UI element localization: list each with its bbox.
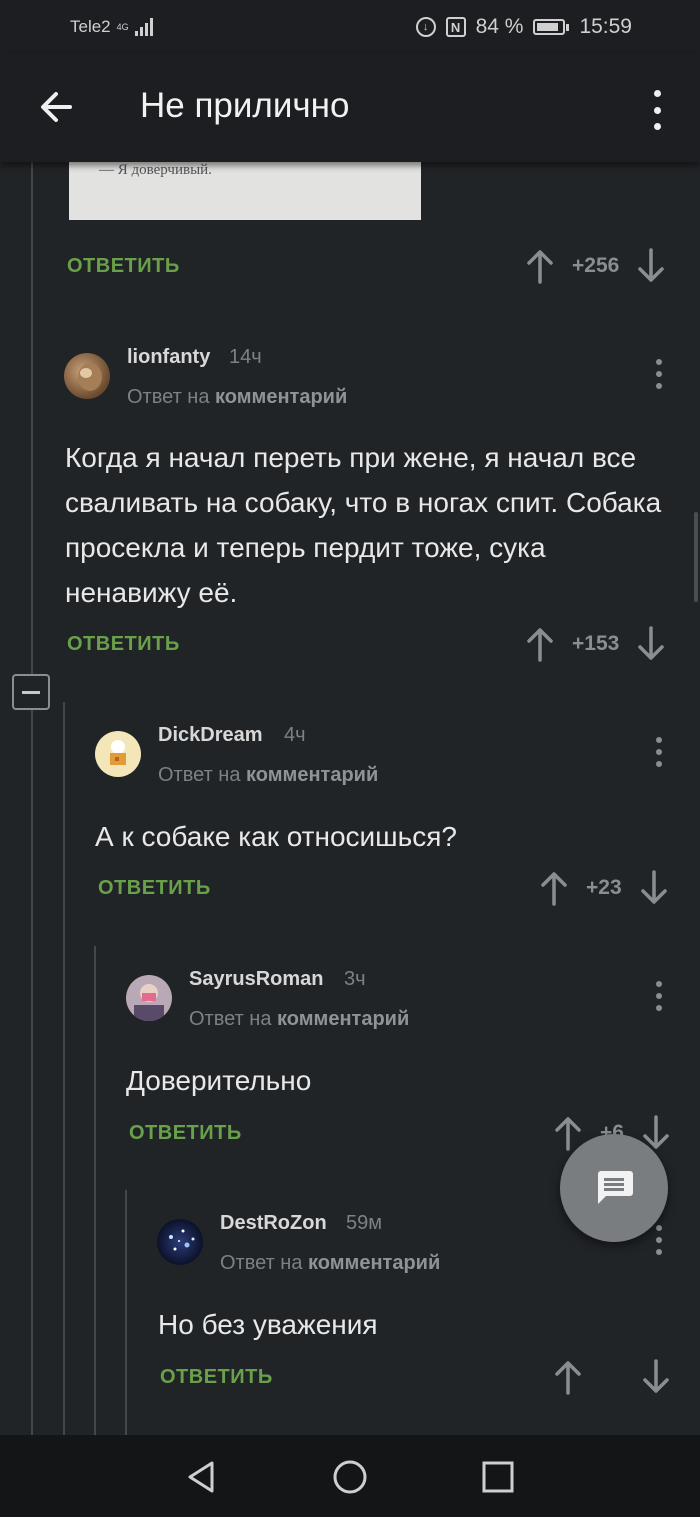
- clock: 15:59: [579, 15, 632, 38]
- thread-line-level-2: [63, 702, 65, 1435]
- thread-line-level-4: [125, 1190, 127, 1435]
- avatar[interactable]: [64, 353, 110, 399]
- upvote-icon[interactable]: [554, 1359, 582, 1395]
- comment-time: 4ч: [284, 724, 306, 746]
- comment-author[interactable]: SayrusRoman: [189, 968, 324, 991]
- battery-percent: 84 %: [475, 15, 524, 38]
- comment-menu-icon[interactable]: [654, 737, 664, 767]
- comment-time: 59м: [346, 1212, 382, 1234]
- nfc-icon: N: [445, 17, 466, 37]
- reply-to-prefix: Ответ на: [189, 1008, 272, 1030]
- data-saver-icon: ↓: [415, 17, 436, 37]
- reply-to-prefix: Ответ на: [127, 386, 210, 408]
- reply-to-label: Ответ на комментарий: [127, 386, 347, 409]
- reply-to-link[interactable]: комментарий: [277, 1008, 409, 1030]
- back-button[interactable]: [34, 84, 80, 130]
- upvote-icon[interactable]: [554, 1115, 582, 1151]
- reply-button[interactable]: ОТВЕТИТЬ: [67, 255, 180, 278]
- reply-button[interactable]: ОТВЕТИТЬ: [98, 877, 211, 900]
- downvote-icon[interactable]: [637, 626, 665, 662]
- avatar[interactable]: [126, 975, 172, 1021]
- comment-icon: [598, 1171, 633, 1204]
- vote-score: +256: [572, 254, 620, 277]
- arrow-left-icon: [41, 92, 72, 122]
- reply-to-prefix: Ответ на: [158, 764, 241, 786]
- signal-icon: [134, 18, 153, 36]
- nav-recents-icon[interactable]: [478, 1457, 518, 1497]
- downvote-icon[interactable]: [637, 248, 665, 284]
- status-bar: Tele2 4G ↓ N 84 % 15:59: [0, 0, 700, 54]
- reply-to-link[interactable]: комментарий: [308, 1252, 440, 1274]
- carrier-label: Tele2: [70, 17, 111, 36]
- comment-text: Но без уважения: [158, 1309, 378, 1340]
- more-vertical-icon[interactable]: [644, 90, 670, 130]
- downvote-icon[interactable]: [642, 1359, 670, 1395]
- reply-to-label: Ответ на комментарий: [220, 1252, 440, 1275]
- battery-icon: [533, 19, 570, 35]
- minus-icon: [22, 691, 40, 694]
- page-title: Не прилично: [140, 86, 350, 125]
- comment-author[interactable]: lionfanty: [127, 346, 210, 369]
- scrollbar-thumb[interactable]: [694, 512, 698, 602]
- reply-to-prefix: Ответ на: [220, 1252, 303, 1274]
- comments-thread[interactable]: — Я доверчивый. ОТВЕТИТЬ +256 lionfanty …: [0, 162, 700, 1435]
- comment-text: Доверительно: [126, 1065, 312, 1096]
- comment-menu-icon[interactable]: [654, 1225, 664, 1255]
- downvote-icon[interactable]: [640, 870, 668, 906]
- reply-button[interactable]: ОТВЕТИТЬ: [160, 1366, 273, 1389]
- add-comment-button[interactable]: [560, 1134, 668, 1242]
- avatar[interactable]: [95, 731, 141, 777]
- comment-image[interactable]: — Я доверчивый.: [69, 162, 421, 220]
- thread-line-level-3: [94, 946, 96, 1435]
- status-right: ↓ N 84 % 15:59: [415, 15, 632, 39]
- reply-button[interactable]: ОТВЕТИТЬ: [67, 633, 180, 656]
- comment-text: А к собаке как относишься?: [95, 821, 457, 852]
- nav-home-icon[interactable]: [330, 1457, 370, 1497]
- comment-author[interactable]: DickDream: [158, 724, 263, 747]
- nav-back-icon[interactable]: [182, 1457, 222, 1497]
- upvote-icon[interactable]: [526, 248, 554, 284]
- vote-score: +153: [572, 632, 620, 655]
- comment-text: Когда я начал переть при жене, я начал в…: [65, 442, 662, 608]
- comment-author[interactable]: DestRoZon: [220, 1212, 327, 1235]
- upvote-icon[interactable]: [526, 626, 554, 662]
- vote-controls: [554, 1359, 670, 1395]
- reply-button[interactable]: ОТВЕТИТЬ: [129, 1122, 242, 1145]
- reply-to-label: Ответ на комментарий: [189, 1008, 409, 1031]
- vote-score: +23: [586, 876, 622, 899]
- vote-controls: +23: [540, 870, 668, 906]
- comment-time: 14ч: [229, 346, 262, 368]
- reply-to-link[interactable]: комментарий: [215, 386, 347, 408]
- comment-time: 3ч: [344, 968, 366, 990]
- comment-menu-icon[interactable]: [654, 981, 664, 1011]
- network-type: 4G: [116, 21, 129, 32]
- vote-controls: +153: [526, 626, 665, 662]
- reply-to-label: Ответ на комментарий: [158, 764, 378, 787]
- vote-controls: +256: [526, 248, 665, 284]
- app-bar: Не прилично: [0, 54, 700, 162]
- collapse-thread-button[interactable]: [12, 674, 50, 710]
- image-caption: — Я доверчивый.: [99, 162, 212, 178]
- avatar[interactable]: [157, 1219, 203, 1265]
- system-nav-bar: [0, 1435, 700, 1517]
- status-left: Tele2 4G: [70, 17, 153, 37]
- reply-to-link[interactable]: комментарий: [246, 764, 378, 786]
- thread-line-level-1: [31, 162, 33, 1435]
- upvote-icon[interactable]: [540, 870, 568, 906]
- comment-menu-icon[interactable]: [654, 359, 664, 389]
